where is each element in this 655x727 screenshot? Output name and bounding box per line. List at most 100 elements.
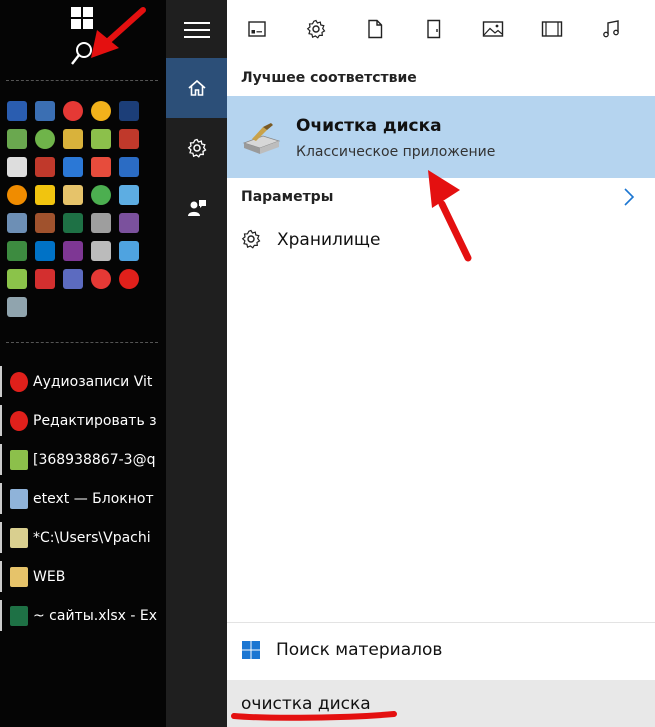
globe-icon xyxy=(91,185,111,205)
active-indicator xyxy=(0,561,2,592)
best-match-result[interactable]: Очистка диска Классическое приложение xyxy=(227,96,655,178)
folder-icon xyxy=(63,185,83,205)
viber-icon xyxy=(119,213,139,233)
taskbar-item[interactable]: [368938867-3@q xyxy=(0,440,160,479)
search-input[interactable] xyxy=(241,690,641,718)
photo-icon xyxy=(482,21,503,37)
divider xyxy=(6,80,158,81)
notepad-edit-icon xyxy=(10,527,28,548)
pinned-app[interactable] xyxy=(116,98,144,126)
taskbar-item-label: [368938867-3@q xyxy=(33,451,156,468)
taskbar-item[interactable]: ~ сайты.xlsx - Ex xyxy=(0,596,160,635)
taskbar-item[interactable]: Аудиозаписи Vit xyxy=(0,362,160,401)
pinned-app[interactable] xyxy=(32,126,60,154)
active-indicator xyxy=(0,366,2,397)
pinned-app[interactable] xyxy=(88,98,116,126)
pinned-app[interactable] xyxy=(32,98,60,126)
calculator-icon xyxy=(91,213,111,233)
filter-music[interactable] xyxy=(581,0,640,58)
pinned-app[interactable] xyxy=(88,210,116,238)
pinned-app[interactable] xyxy=(4,266,32,294)
pinned-app[interactable] xyxy=(88,182,116,210)
taskbar-item-label: Редактировать з xyxy=(33,412,157,429)
excel-icon xyxy=(63,213,83,233)
gear-icon xyxy=(187,138,206,158)
cards-icon xyxy=(91,269,111,289)
active-indicator xyxy=(0,600,2,631)
vlc-icon xyxy=(7,185,27,205)
taskbar-item-label: WEB xyxy=(33,568,66,585)
chevron-right-icon[interactable] xyxy=(621,186,637,208)
taskbar-item[interactable]: etext — Блокнот xyxy=(0,479,160,518)
taskbar-item[interactable]: WEB xyxy=(0,557,160,596)
ie-mobile-icon xyxy=(119,185,139,205)
pinned-app[interactable] xyxy=(60,210,88,238)
pinned-app[interactable] xyxy=(116,126,144,154)
pinned-app[interactable] xyxy=(4,238,32,266)
search-box xyxy=(227,680,655,727)
home-button[interactable] xyxy=(166,58,227,118)
pinned-app[interactable] xyxy=(60,126,88,154)
windows-logo-icon xyxy=(71,7,93,29)
pinned-app[interactable] xyxy=(32,210,60,238)
pinned-app[interactable] xyxy=(32,154,60,182)
pinned-app[interactable] xyxy=(116,266,144,294)
feedback-button[interactable] xyxy=(166,178,227,238)
settings-item-storage[interactable]: Хранилище xyxy=(227,224,655,258)
task-list: Аудиозаписи Vit Редактировать з [368938867… xyxy=(0,362,160,635)
filter-apps[interactable] xyxy=(227,0,286,58)
filter-documents[interactable] xyxy=(345,0,404,58)
pinned-app[interactable] xyxy=(60,238,88,266)
start-button[interactable] xyxy=(70,6,94,30)
video-icon xyxy=(541,21,562,37)
document-icon xyxy=(367,19,382,39)
hamburger-icon xyxy=(183,22,210,38)
pinned-app[interactable] xyxy=(60,266,88,294)
search-button[interactable] xyxy=(70,40,94,68)
onenote-icon xyxy=(63,241,83,261)
pinned-app[interactable] xyxy=(116,182,144,210)
pinned-app[interactable] xyxy=(32,182,60,210)
pinned-app[interactable] xyxy=(4,210,32,238)
pinned-app[interactable] xyxy=(60,154,88,182)
pinned-app[interactable] xyxy=(88,238,116,266)
pinned-app[interactable] xyxy=(60,98,88,126)
filter-videos[interactable] xyxy=(522,0,581,58)
settings-section-header: Параметры xyxy=(241,189,334,205)
web-search-button[interactable]: Поиск материалов xyxy=(227,622,655,680)
home-icon xyxy=(187,79,206,96)
filter-folders[interactable] xyxy=(404,0,463,58)
menu-button[interactable] xyxy=(166,0,227,60)
search-results-panel: Лучшее соответствие Очистка диска Класси… xyxy=(227,0,655,727)
monitor-icon xyxy=(7,101,27,121)
pinned-app[interactable] xyxy=(4,154,32,182)
font-a-icon xyxy=(7,157,27,177)
opera-icon xyxy=(10,371,28,392)
active-indicator xyxy=(0,405,2,436)
filter-settings[interactable] xyxy=(286,0,345,58)
remote-icon xyxy=(119,241,139,261)
pinned-app[interactable] xyxy=(116,210,144,238)
taskbar-item[interactable]: *C:\Users\Vpachi xyxy=(0,518,160,557)
pinned-app[interactable] xyxy=(4,182,32,210)
pinned-app[interactable] xyxy=(116,154,144,182)
pinned-app[interactable] xyxy=(88,266,116,294)
taskbar: Аудиозаписи Vit Редактировать з [368938867… xyxy=(0,0,166,727)
pinned-app[interactable] xyxy=(88,126,116,154)
apps-icon xyxy=(247,21,266,37)
pinned-app[interactable] xyxy=(32,266,60,294)
pinned-app[interactable] xyxy=(4,126,32,154)
pinned-app[interactable] xyxy=(4,294,32,322)
taskbar-item[interactable]: Редактировать з xyxy=(0,401,160,440)
taskbar-item-label: *C:\Users\Vpachi xyxy=(33,529,151,546)
pinned-app[interactable] xyxy=(88,154,116,182)
opera-icon xyxy=(119,269,139,289)
pinned-app[interactable] xyxy=(4,98,32,126)
best-match-title: Очистка диска xyxy=(296,116,442,136)
pinned-app[interactable] xyxy=(32,238,60,266)
users-icon xyxy=(7,297,27,317)
settings-button[interactable] xyxy=(166,118,227,178)
pinned-app[interactable] xyxy=(116,238,144,266)
filter-photos[interactable] xyxy=(463,0,522,58)
pinned-app[interactable] xyxy=(60,182,88,210)
